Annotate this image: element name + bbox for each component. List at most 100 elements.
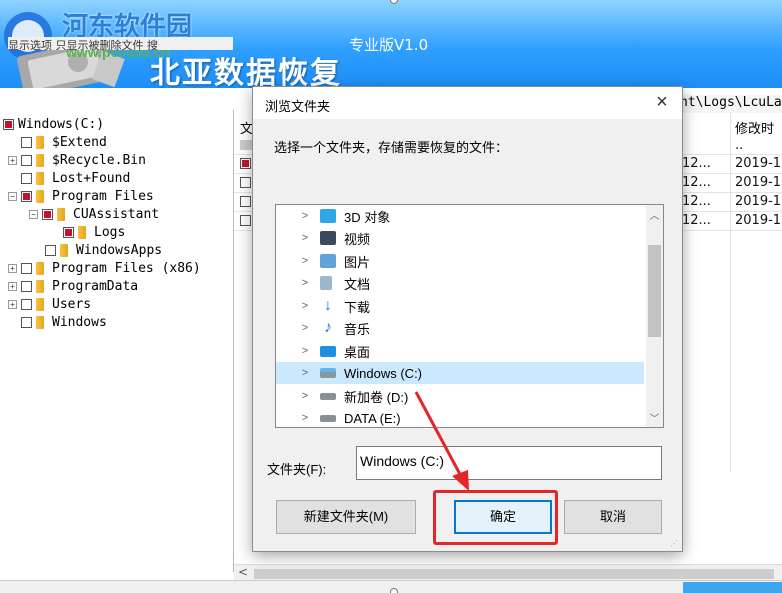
file-size: 12...: [682, 194, 711, 209]
folder-item-windows-c[interactable]: > Windows (C:): [276, 362, 644, 384]
chevron-right-icon[interactable]: >: [298, 412, 312, 424]
tree-item-program-files[interactable]: − Program Files: [8, 187, 154, 205]
column-header-mtime[interactable]: 修改时: [735, 118, 774, 137]
folder-item-label: Windows (C:): [344, 365, 423, 381]
folder-icon: [36, 261, 44, 275]
file-size: 12...: [682, 156, 711, 171]
folder-item-desktop[interactable]: > 桌面: [276, 340, 644, 362]
chevron-right-icon[interactable]: >: [298, 300, 312, 312]
tree-item-programdata[interactable]: + ProgramData: [8, 277, 138, 295]
chevron-right-icon[interactable]: >: [298, 322, 312, 334]
dialog-titlebar[interactable]: 浏览文件夹 ×: [253, 87, 682, 119]
file-size: 12...: [682, 213, 711, 228]
resize-grip-icon[interactable]: ⋰: [670, 539, 680, 549]
folder-icon: [36, 171, 44, 185]
expand-icon[interactable]: +: [8, 299, 17, 309]
file-mtime: 2019-1: [735, 156, 782, 171]
folder-item-3d-objects[interactable]: > 3D 对象: [276, 205, 644, 227]
chevron-right-icon[interactable]: >: [298, 210, 312, 222]
column-header-handle: [240, 140, 252, 150]
expand-icon[interactable]: +: [8, 155, 17, 165]
tree-item-lost-found[interactable]: Lost+Found: [8, 169, 130, 187]
file-row-checkbox[interactable]: [240, 215, 251, 226]
parent-dir-dots: ..: [735, 138, 744, 153]
tree-item-windows-c[interactable]: Windows(C:): [3, 115, 104, 133]
tree-item-recycle-bin[interactable]: + $Recycle.Bin: [8, 151, 146, 169]
tree-checkbox[interactable]: [21, 136, 32, 148]
chevron-up-icon[interactable]: ︿: [646, 207, 663, 222]
scroll-left-icon[interactable]: <: [238, 565, 248, 579]
file-mtime: 2019-1: [735, 213, 782, 228]
folder-item-videos[interactable]: > 视频: [276, 227, 644, 249]
folder-item-downloads[interactable]: > ↓ 下载: [276, 295, 644, 317]
dialog-instruction: 选择一个文件夹，存储需要恢复的文件：: [274, 140, 509, 155]
tree-item-users[interactable]: + Users: [8, 295, 91, 313]
panel-divider[interactable]: [233, 110, 234, 572]
pictures-icon: [320, 254, 336, 268]
folder-item-label: 下载: [344, 299, 371, 315]
file-row-checkbox[interactable]: [240, 196, 251, 207]
chevron-down-icon[interactable]: ﹀: [646, 410, 663, 425]
drive-c-icon: [320, 368, 336, 378]
tree-checkbox[interactable]: [21, 262, 32, 274]
folder-item-drive-d[interactable]: > 新加卷 (D:): [276, 385, 644, 407]
tree-item-program-files-x86[interactable]: + Program Files (x86): [8, 259, 201, 277]
documents-icon: [320, 276, 332, 290]
folder-tree-vscrollbar[interactable]: ︿ ﹀: [646, 205, 663, 427]
video-icon: [320, 231, 336, 245]
tree-checkbox[interactable]: [21, 316, 32, 328]
folder-input[interactable]: Windows (C:): [356, 446, 662, 480]
tree-checkbox[interactable]: [21, 280, 32, 292]
tree-item-windows[interactable]: Windows: [8, 313, 107, 331]
chevron-right-icon[interactable]: >: [298, 390, 312, 402]
tree-item-windowsapps[interactable]: WindowsApps: [45, 241, 162, 259]
tree-item-label: $Recycle.Bin: [52, 152, 146, 168]
tree-item-cuassistant[interactable]: − CUAssistant: [29, 205, 159, 223]
file-mtime: 2019-1: [735, 194, 782, 209]
expand-icon[interactable]: +: [8, 263, 17, 273]
folder-item-documents[interactable]: > 文档: [276, 272, 644, 294]
tree-checkbox[interactable]: [21, 298, 32, 310]
tree-item-label: ProgramData: [52, 278, 139, 294]
folder-icon: [78, 225, 86, 239]
collapse-icon[interactable]: −: [8, 191, 17, 201]
cancel-button[interactable]: 取消: [564, 500, 662, 534]
file-row-checkbox[interactable]: [240, 177, 251, 188]
bottom-action-button[interactable]: [683, 582, 782, 593]
tree-item-extend[interactable]: $Extend: [8, 133, 107, 151]
folder-icon: [36, 135, 44, 149]
folder-tree[interactable]: > 3D 对象 > 视频 > 图片 > 文档 > ↓ 下载 > ♪ 音乐 > 桌…: [275, 204, 664, 428]
new-folder-button[interactable]: 新建文件夹(M): [276, 500, 416, 534]
folder-item-label: 视频: [344, 231, 371, 247]
display-options-bar[interactable]: 显示选项 只显示被删除文件 搜: [8, 37, 233, 50]
chevron-right-icon[interactable]: >: [298, 345, 312, 357]
tree-checkbox[interactable]: [21, 172, 32, 184]
window-handle-bottom[interactable]: [390, 588, 398, 593]
file-mtime: 2019-1: [735, 175, 782, 190]
chevron-right-icon[interactable]: >: [298, 255, 312, 267]
tree-checkbox[interactable]: [42, 208, 53, 220]
chevron-right-icon[interactable]: >: [298, 277, 312, 289]
chevron-right-icon[interactable]: >: [298, 367, 312, 379]
folder-item-pictures[interactable]: > 图片: [276, 250, 644, 272]
tree-checkbox[interactable]: [45, 244, 56, 256]
dialog-title: 浏览文件夹: [265, 99, 331, 114]
close-icon[interactable]: ×: [652, 92, 672, 112]
folder-item-drive-e[interactable]: > DATA (E:): [276, 407, 644, 427]
chevron-right-icon[interactable]: >: [298, 232, 312, 244]
tree-item-label: Users: [52, 296, 92, 312]
hscroll-thumb[interactable]: [254, 569, 774, 579]
desktop-icon: [320, 345, 336, 357]
tree-item-label: WindowsApps: [76, 242, 163, 258]
folder-item-music[interactable]: > ♪ 音乐: [276, 317, 644, 339]
file-row-checkbox[interactable]: [240, 158, 251, 169]
tree-checkbox[interactable]: [3, 118, 14, 130]
expand-icon[interactable]: +: [8, 281, 17, 291]
collapse-icon[interactable]: −: [29, 209, 38, 219]
tree-checkbox[interactable]: [21, 154, 32, 166]
vscroll-thumb[interactable]: [648, 245, 661, 337]
tree-item-logs[interactable]: Logs: [63, 223, 125, 241]
folder-icon: [57, 207, 65, 221]
tree-checkbox[interactable]: [63, 226, 74, 238]
tree-checkbox[interactable]: [21, 190, 32, 202]
